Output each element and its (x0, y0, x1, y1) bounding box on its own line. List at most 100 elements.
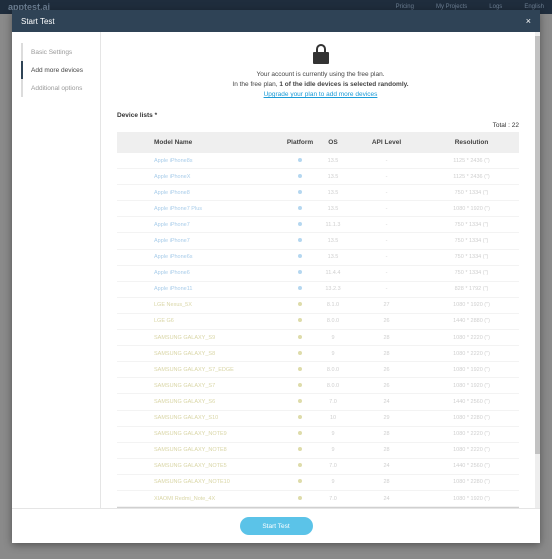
upgrade-plan-link[interactable]: Upgrade your plan to add more devices (264, 91, 378, 98)
platform-cell (283, 205, 317, 212)
device-model-cell: LGE G6 (154, 318, 174, 325)
api-level-cell: - (385, 157, 388, 164)
os-version-cell: 9 (331, 334, 335, 341)
platform-cell (283, 495, 317, 502)
table-row[interactable]: Apple iPhone6 11.4.4 - 750 * 1334 (") (117, 266, 519, 282)
device-model-cell: Apple iPhone6s (154, 254, 193, 261)
resolution-cell: 1125 * 2436 (") (453, 173, 490, 180)
os-version-cell: 13.2.3 (325, 286, 341, 293)
os-version-cell: 13.5 (327, 189, 339, 196)
android-platform-icon (298, 447, 302, 452)
device-table: Model Name Platform OS API Level Resolut… (117, 132, 519, 508)
device-model-cell: XIAOMI Redmi_Note_4X (154, 495, 216, 502)
platform-cell (283, 270, 317, 276)
resolution-cell: 750 * 1334 (") (454, 254, 489, 261)
device-model-cell: SAMSUNG GALAXY_S7 (154, 382, 216, 389)
api-level-cell: - (385, 286, 388, 293)
api-level-cell: 24 (383, 398, 390, 405)
device-model-cell: SAMSUNG GALAXY_S8 (154, 350, 216, 357)
resolution-cell: 750 * 1334 (") (454, 270, 489, 277)
platform-cell (283, 382, 317, 389)
device-model-cell: SAMSUNG GALAXY_S7_EDGE (154, 366, 234, 373)
os-version-cell: 9 (331, 350, 335, 357)
ios-platform-icon (298, 189, 302, 194)
plan-detail: In the free plan, 1 of the idle devices … (117, 80, 524, 90)
api-level-cell: 24 (383, 495, 390, 502)
sidebar-item-add-more-devices[interactable]: Add more devices (21, 61, 100, 79)
os-version-cell: 11.4.4 (325, 270, 341, 277)
android-platform-icon (298, 334, 302, 339)
device-model-cell: SAMSUNG GALAXY_S10 (154, 415, 219, 422)
platform-cell (283, 366, 317, 373)
table-row[interactable]: LGE Nexus_5X 8.1.0 27 1080 * 1920 (") (117, 298, 519, 314)
device-model-cell: Apple iPhone7 Plus (154, 205, 203, 212)
table-row[interactable]: Apple iPhone8 13.5 - 750 * 1334 (") (117, 185, 519, 202)
platform-cell (283, 254, 317, 260)
android-platform-icon (298, 463, 302, 468)
ios-platform-icon (298, 221, 302, 226)
resolution-cell: 1440 * 2560 (") (453, 398, 490, 405)
os-version-cell: 9 (331, 431, 335, 438)
api-level-cell: - (385, 270, 388, 277)
table-row[interactable]: Apple iPhone6s 13.5 - 750 * 1334 (") (117, 250, 519, 266)
table-row[interactable]: SAMSUNG GALAXY_NOTE9 9 28 1080 * 2220 (") (117, 427, 519, 443)
table-row[interactable]: SAMSUNG GALAXY_S8 9 28 1080 * 2220 (") (117, 346, 519, 363)
resolution-cell: 1080 * 2220 (") (453, 334, 490, 341)
device-model-cell: Apple iPhoneX (154, 173, 191, 180)
table-row[interactable]: Apple iPhoneX 13.5 - 1125 * 2436 (") (117, 169, 519, 186)
modal-body: Basic Settings Add more devices Addition… (12, 32, 540, 510)
modal-header: Start Test × (12, 10, 540, 32)
table-row[interactable]: SAMSUNG GALAXY_S7 8.0.0 26 1080 * 1920 (") (117, 378, 519, 395)
platform-cell (283, 238, 317, 244)
resolution-cell: 1080 * 1920 (") (453, 205, 490, 212)
close-icon[interactable]: × (526, 16, 531, 26)
device-table-header: Model Name Platform OS API Level Resolut… (117, 132, 519, 153)
start-test-button[interactable]: Start Test (239, 517, 313, 535)
os-version-cell: 8.1.0 (326, 302, 340, 309)
table-row[interactable]: SAMSUNG GALAXY_S10 10 29 1080 * 2280 (") (117, 411, 519, 427)
table-row[interactable]: SAMSUNG GALAXY_S6 7.0 24 1440 * 2560 (") (117, 394, 519, 411)
resolution-cell: 750 * 1334 (") (454, 238, 489, 245)
android-platform-icon (298, 479, 302, 484)
sidebar-item-basic-settings[interactable]: Basic Settings (21, 43, 100, 61)
table-row[interactable]: Apple iPhone11 13.2.3 - 828 * 1792 (") (117, 282, 519, 298)
api-level-cell: - (385, 189, 388, 196)
table-row[interactable]: SAMSUNG GALAXY_S7_EDGE 8.0.0 26 1080 * 1920… (117, 362, 519, 379)
api-level-cell: 27 (383, 302, 390, 309)
table-row[interactable]: Apple iPhone7 13.5 - 750 * 1334 (") (117, 233, 519, 250)
os-version-cell: 13.5 (327, 157, 339, 164)
ios-platform-icon (298, 254, 302, 259)
api-level-cell: 28 (383, 479, 390, 486)
ios-platform-icon (298, 270, 302, 275)
ios-platform-icon (298, 286, 302, 291)
device-model-cell: SAMSUNG GALAXY_S6 (154, 398, 216, 405)
lock-icon (312, 44, 329, 64)
platform-cell (283, 286, 317, 292)
table-row[interactable]: SAMSUNG GALAXY_NOTE10 9 28 1080 * 2280 (") (117, 475, 519, 491)
api-level-cell: 28 (383, 350, 390, 357)
table-row[interactable]: SAMSUNG GALAXY_S9 9 28 1080 * 2220 (") (117, 330, 519, 347)
platform-cell (283, 334, 317, 341)
device-model-cell: Apple iPhone7 (154, 238, 190, 245)
table-row[interactable]: SAMSUNG GALAXY_NOTE8 9 28 1080 * 2220 (") (117, 443, 519, 459)
resolution-cell: 1080 * 2280 (") (453, 479, 490, 486)
resolution-cell: 1080 * 2280 (") (453, 415, 490, 422)
table-row[interactable]: Apple iPhone7 11.1.3 - 750 * 1334 (") (117, 217, 519, 234)
table-row[interactable]: SAMSUNG GALAXY_NOTE5 7.0 24 1440 * 2560 (") (117, 459, 519, 475)
table-row[interactable]: XIAOMI Redmi_Note_4X 7.0 24 1080 * 1920 (") (117, 491, 519, 508)
table-row[interactable]: Apple iPhone7 Plus 13.5 - 1080 * 1920 (") (117, 201, 519, 218)
platform-cell (283, 463, 317, 469)
platform-cell (283, 157, 317, 164)
android-platform-icon (298, 398, 302, 403)
modal-title: Start Test (21, 16, 55, 26)
table-row[interactable]: LGE G6 8.0.0 26 1440 * 2880 (") (117, 314, 519, 331)
api-level-cell: - (385, 254, 388, 261)
resolution-cell: 1080 * 1920 (") (453, 382, 490, 389)
device-model-cell: Apple iPhone7 (154, 221, 190, 228)
content-scrollbar-thumb[interactable] (535, 36, 540, 454)
os-version-cell: 9 (331, 479, 335, 486)
sidebar-item-additional-options[interactable]: Additional options (21, 79, 100, 97)
device-model-cell: SAMSUNG GALAXY_S9 (154, 334, 216, 341)
table-row[interactable]: Apple iPhone8s 13.5 - 1125 * 2436 (") (117, 153, 519, 170)
plan-detail-prefix: In the free plan, (232, 81, 278, 88)
